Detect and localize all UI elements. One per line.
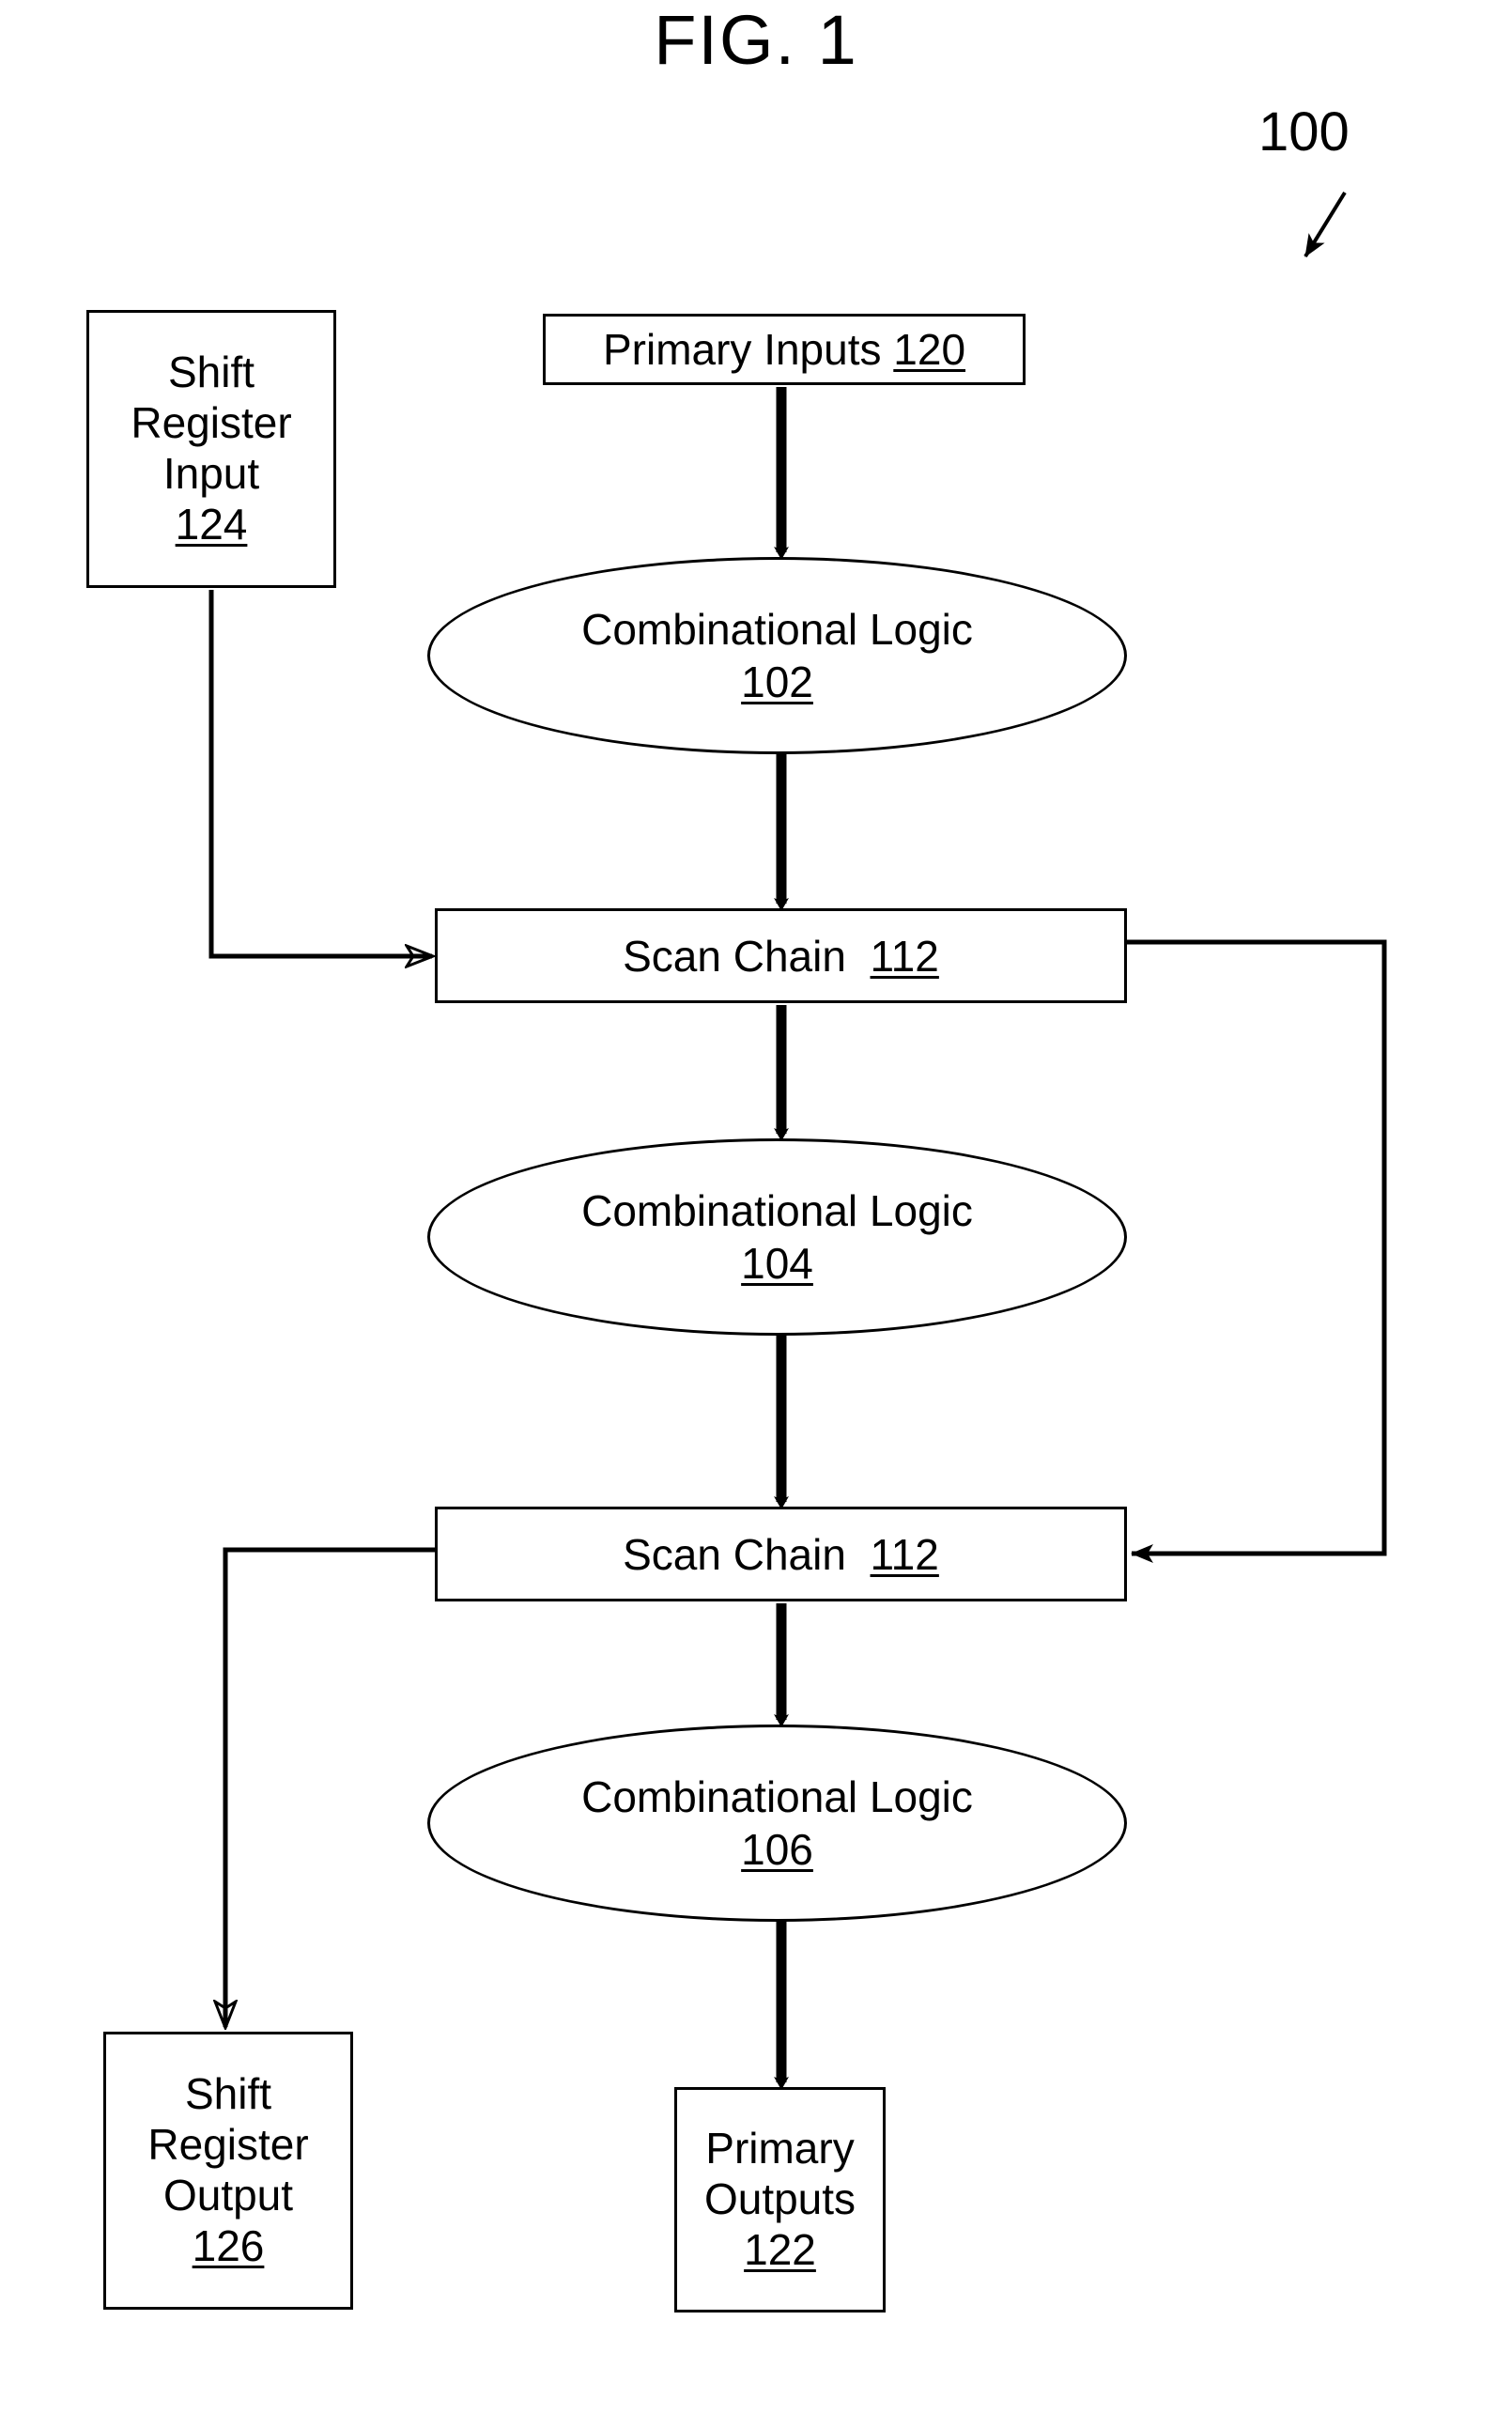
primary-outputs-number: 122 <box>744 2224 816 2274</box>
combinational-logic-106-label: Combinational Logic <box>581 1771 973 1821</box>
primary-outputs-block: Primary Outputs 122 <box>674 2087 886 2312</box>
scan-chain-1-label: Scan Chain <box>623 931 846 981</box>
scan-chain-2-label: Scan Chain <box>623 1529 846 1579</box>
shift-register-input-block: Shift Register Input 124 <box>86 310 336 588</box>
combinational-logic-102-number: 102 <box>741 657 813 706</box>
combinational-logic-102-block: Combinational Logic 102 <box>427 557 1127 754</box>
figure-title: FIG. 1 <box>654 1 858 79</box>
shift-register-output-line1: Shift <box>184 2069 272 2119</box>
primary-inputs-number: 120 <box>893 325 966 374</box>
scan-chain-1-block: Scan Chain 112 <box>435 908 1127 1003</box>
shift-register-output-line2: Register <box>147 2120 309 2170</box>
combinational-logic-104-number: 104 <box>741 1239 813 1288</box>
scan-chain-2-label-row: Scan Chain 112 <box>623 1529 939 1580</box>
shift-register-input-line3: Input <box>162 449 260 498</box>
shift-register-output-block: Shift Register Output 126 <box>103 2032 353 2310</box>
shift-register-output-number: 126 <box>192 2220 265 2270</box>
primary-inputs-label: Primary Inputs <box>602 325 882 374</box>
reference-pointer-arrow <box>1304 191 1347 258</box>
primary-inputs-label-row: Primary Inputs 120 <box>603 324 965 375</box>
scan-chain-2-number: 112 <box>870 1529 939 1579</box>
combinational-logic-104-block: Combinational Logic 104 <box>427 1138 1127 1336</box>
shift-register-output-line3: Output <box>162 2171 294 2220</box>
combinational-logic-106-block: Combinational Logic 106 <box>427 1725 1127 1922</box>
scan-chain-1-number: 112 <box>870 931 939 981</box>
combinational-logic-102-label: Combinational Logic <box>581 604 973 654</box>
shift-register-input-line1: Shift <box>167 348 255 397</box>
primary-inputs-block: Primary Inputs 120 <box>543 314 1026 385</box>
reference-numeral-100: 100 <box>1258 101 1350 162</box>
combinational-logic-104-label: Combinational Logic <box>581 1185 973 1235</box>
scan-chain-2-block: Scan Chain 112 <box>435 1507 1127 1601</box>
shift-register-input-number: 124 <box>175 499 248 549</box>
primary-outputs-line2: Outputs <box>703 2174 856 2224</box>
primary-outputs-line1: Primary <box>705 2124 855 2173</box>
wire-shift-register-input-to-scan-chain-1 <box>208 590 432 956</box>
figure-page: FIG. 1 100 Shift Register Input 124 Prim… <box>0 0 1512 2413</box>
shift-register-input-line2: Register <box>131 398 292 448</box>
wire-scan-chain-1-to-scan-chain-2-feedback <box>1127 939 1387 1563</box>
scan-chain-1-label-row: Scan Chain 112 <box>623 931 939 982</box>
combinational-logic-106-number: 106 <box>741 1825 813 1874</box>
wire-scan-chain-2-to-shift-register-output <box>225 1547 435 2027</box>
